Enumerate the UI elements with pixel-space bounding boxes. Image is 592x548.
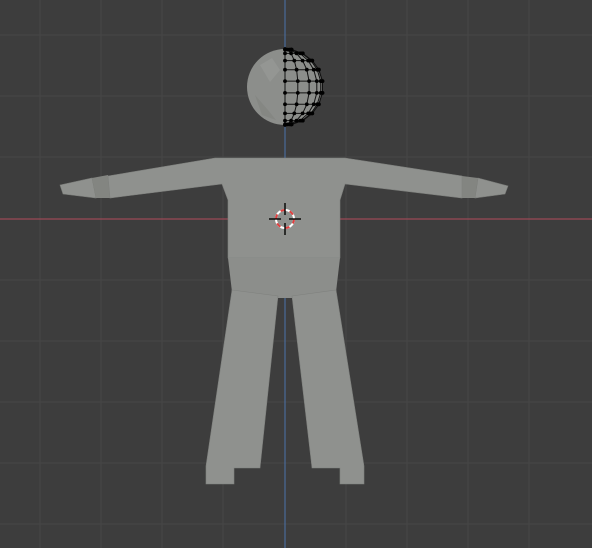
mesh-vertex[interactable]: [294, 51, 299, 56]
mesh-vertex[interactable]: [289, 51, 293, 56]
mesh-vertex[interactable]: [292, 111, 297, 116]
mesh-vertex[interactable]: [317, 102, 321, 107]
mesh-vertex[interactable]: [283, 58, 287, 63]
mesh-vertex[interactable]: [294, 118, 299, 123]
mesh-vertex[interactable]: [304, 67, 309, 72]
mesh-vertex[interactable]: [295, 79, 300, 83]
mesh-vertex[interactable]: [283, 118, 287, 123]
mesh-vertex[interactable]: [283, 91, 287, 95]
mesh-vertex[interactable]: [310, 58, 315, 63]
mesh-vertex[interactable]: [295, 91, 300, 95]
mesh-vertex[interactable]: [283, 51, 287, 56]
mesh-vertex[interactable]: [283, 79, 287, 83]
mesh-vertex[interactable]: [283, 111, 287, 116]
mesh-vertex[interactable]: [320, 91, 325, 95]
mesh-vertex[interactable]: [294, 67, 299, 72]
mesh-vertex[interactable]: [310, 111, 315, 116]
mesh-vertex[interactable]: [307, 91, 311, 95]
mesh-vertex[interactable]: [311, 67, 316, 72]
mesh-vertex[interactable]: [292, 58, 297, 63]
mesh-vertex[interactable]: [314, 91, 319, 95]
mesh-vertex[interactable]: [294, 102, 299, 107]
mesh-vertex[interactable]: [283, 67, 287, 72]
mesh-vertex[interactable]: [300, 51, 305, 56]
mesh-vertex[interactable]: [307, 79, 311, 83]
mesh-vertex[interactable]: [283, 102, 287, 107]
viewport-canvas[interactable]: [0, 0, 592, 548]
mesh-vertex[interactable]: [289, 122, 294, 127]
mesh-vertex[interactable]: [300, 118, 305, 123]
mesh-vertex[interactable]: [314, 79, 319, 83]
3d-viewport[interactable]: [0, 0, 592, 548]
mesh-vertex[interactable]: [300, 111, 305, 116]
mesh-vertex[interactable]: [311, 102, 316, 107]
mesh-vertex[interactable]: [304, 102, 309, 107]
mesh-vertex[interactable]: [289, 47, 294, 52]
mesh-vertex[interactable]: [300, 58, 305, 63]
mesh-vertex[interactable]: [317, 67, 321, 72]
right-wrist[interactable]: [461, 176, 478, 198]
mesh-vertex[interactable]: [289, 118, 293, 123]
mesh-vertex[interactable]: [320, 79, 325, 83]
